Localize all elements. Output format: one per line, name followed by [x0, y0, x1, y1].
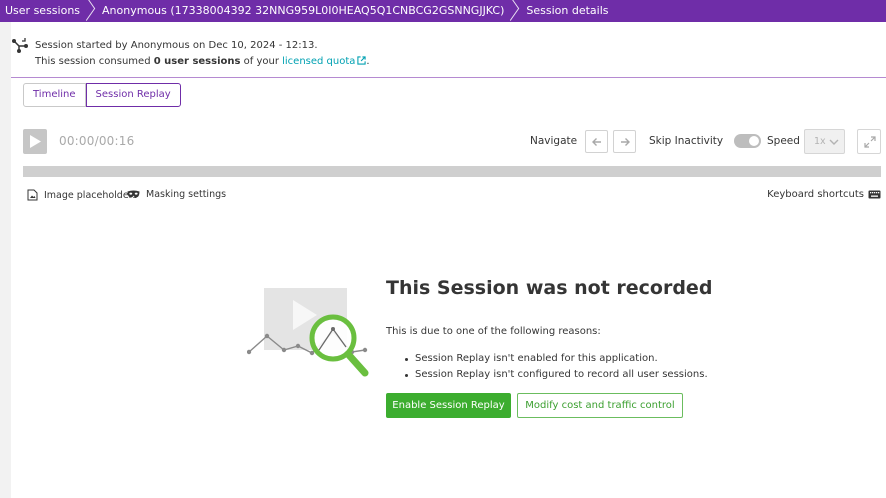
- speed-value: 1x: [814, 136, 826, 147]
- enable-session-replay-button[interactable]: Enable Session Replay: [386, 393, 511, 418]
- replay-player-controls: 00:00/00:16 Navigate Skip Inactivity Spe…: [23, 129, 881, 155]
- session-details-page: User sessions Anonymous (17338004392 32N…: [0, 0, 886, 498]
- tab-timeline[interactable]: Timeline: [23, 83, 86, 107]
- image-placeholders-button[interactable]: Image placeholders: [27, 189, 138, 201]
- licensed-quota-link[interactable]: licensed quota: [282, 56, 367, 67]
- speed-select[interactable]: 1x: [804, 129, 845, 154]
- mask-icon: [127, 190, 140, 198]
- consumed-prefix: This session consumed: [35, 56, 154, 67]
- image-placeholders-label: Image placeholders: [44, 189, 138, 201]
- chevron-down-icon: [829, 139, 839, 145]
- session-started-text: Session started by Anonymous on Dec 10, …: [35, 40, 318, 51]
- fullscreen-button[interactable]: [857, 129, 881, 154]
- timecode: 00:00/00:16: [59, 134, 135, 148]
- breadcrumb-session-details: Session details: [526, 4, 609, 17]
- consumed-value: 0 user sessions: [153, 56, 241, 67]
- breadcrumb-user[interactable]: Anonymous (17338004392 32NNG959L0I0HEAQ5…: [90, 0, 514, 22]
- skip-inactivity-toggle[interactable]: [734, 134, 761, 148]
- arrow-right-icon: [621, 138, 630, 146]
- masking-settings-label: Masking settings: [146, 189, 227, 200]
- navigate-previous-button[interactable]: [585, 130, 608, 153]
- arrow-left-icon: [592, 138, 601, 146]
- skip-inactivity-label: Skip Inactivity: [649, 135, 724, 147]
- modify-cost-traffic-button[interactable]: Modify cost and traffic control: [517, 393, 683, 418]
- replay-toolbar: Image placeholders Masking settings Keyb…: [27, 189, 881, 203]
- list-item: Session Replay isn't enabled for this ap…: [403, 351, 708, 367]
- view-tabs: Timeline Session Replay: [23, 83, 181, 107]
- keyboard-shortcuts-label: Keyboard shortcuts: [767, 189, 864, 200]
- expand-icon: [864, 136, 876, 148]
- speed-label: Speed: [767, 135, 800, 147]
- breadcrumb-user-sessions[interactable]: User sessions: [0, 0, 90, 22]
- breadcrumb: User sessions Anonymous (17338004392 32N…: [0, 0, 886, 22]
- masking-settings-button[interactable]: Masking settings: [127, 189, 226, 200]
- replay-progress-bar[interactable]: [23, 166, 881, 177]
- session-flow-icon: [12, 38, 28, 53]
- play-button[interactable]: [23, 129, 47, 154]
- image-file-icon: [27, 189, 38, 201]
- keyboard-icon: [868, 190, 881, 199]
- session-consumed-text: This session consumed 0 user sessions of…: [35, 56, 370, 67]
- consumed-middle: of your: [240, 56, 283, 67]
- keyboard-shortcuts-button[interactable]: Keyboard shortcuts: [767, 189, 881, 200]
- consumed-suffix: .: [366, 56, 370, 67]
- navigate-next-button[interactable]: [613, 130, 636, 153]
- play-icon: [30, 135, 41, 148]
- navigate-label: Navigate: [530, 135, 578, 147]
- session-info-header: Session started by Anonymous on Dec 10, …: [11, 22, 886, 78]
- empty-state-intro: This is due to one of the following reas…: [386, 326, 601, 337]
- reasons-list: Session Replay isn't enabled for this ap…: [403, 351, 708, 383]
- not-recorded-illustration: [247, 288, 369, 377]
- licensed-quota-link-label: licensed quota: [282, 56, 356, 67]
- left-gutter: [0, 0, 11, 498]
- empty-state-title: This Session was not recorded: [386, 277, 713, 299]
- tab-session-replay[interactable]: Session Replay: [85, 83, 181, 107]
- list-item: Session Replay isn't configured to recor…: [403, 367, 708, 383]
